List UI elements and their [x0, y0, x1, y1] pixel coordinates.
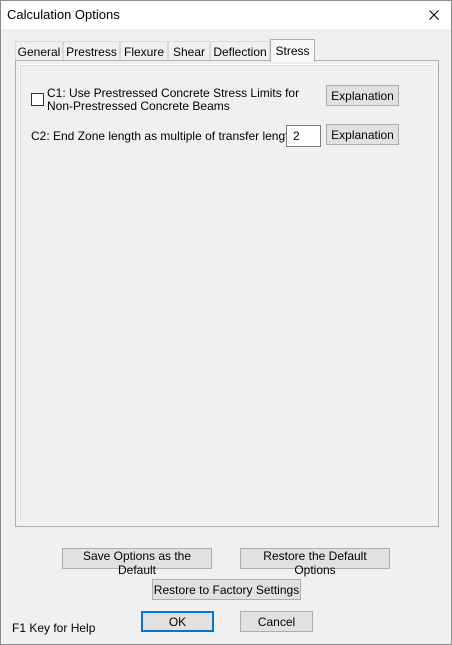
- tab-flexure[interactable]: Flexure: [120, 41, 168, 61]
- tab-shear[interactable]: Shear: [168, 41, 210, 61]
- c2-explanation-button[interactable]: Explanation: [326, 124, 399, 145]
- tab-general[interactable]: General: [15, 41, 63, 61]
- end-zone-multiple-input[interactable]: [286, 125, 321, 147]
- close-icon: [429, 10, 439, 20]
- c2-label: C2: End Zone length as multiple of trans…: [31, 129, 306, 143]
- calculation-options-dialog: Calculation Options General Prestress Fl…: [0, 0, 452, 645]
- save-options-default-button[interactable]: Save Options as the Default: [62, 548, 212, 577]
- title-bar: Calculation Options: [1, 1, 451, 29]
- tab-prestress[interactable]: Prestress: [63, 41, 120, 61]
- restore-default-options-button[interactable]: Restore the Default Options: [240, 548, 390, 577]
- help-hint: F1 Key for Help: [12, 621, 96, 635]
- window-title: Calculation Options: [7, 7, 120, 22]
- c1-label: C1: Use Prestressed Concrete Stress Limi…: [47, 86, 300, 113]
- restore-factory-settings-button[interactable]: Restore to Factory Settings: [152, 579, 301, 600]
- tab-deflection[interactable]: Deflection: [210, 41, 270, 61]
- ok-button[interactable]: OK: [141, 611, 214, 632]
- c1-explanation-button[interactable]: Explanation: [326, 85, 399, 106]
- tab-stress[interactable]: Stress: [270, 39, 315, 62]
- cancel-button[interactable]: Cancel: [240, 611, 313, 632]
- close-button[interactable]: [417, 1, 451, 29]
- c1-checkbox[interactable]: [31, 93, 44, 106]
